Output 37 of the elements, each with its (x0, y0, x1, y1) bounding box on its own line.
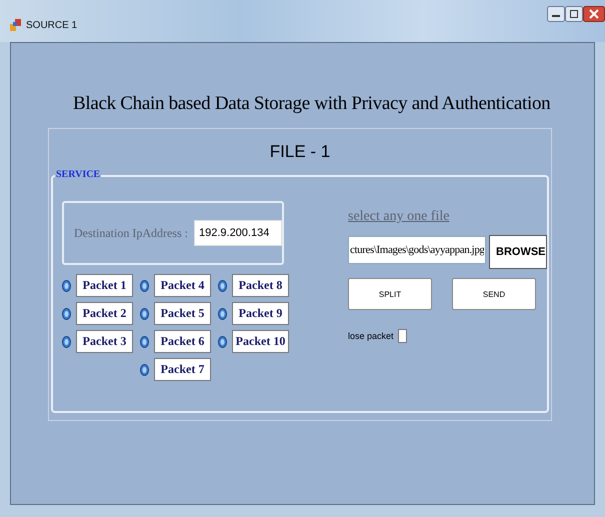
radio-icon[interactable] (62, 280, 71, 292)
packet-label: Packet 4 (154, 274, 211, 297)
radio-icon[interactable] (140, 336, 149, 348)
packet-label: Packet 9 (232, 302, 289, 325)
send-button[interactable]: SEND (452, 278, 536, 310)
packet-label: Packet 6 (154, 330, 211, 353)
lose-packet-label: lose packet (348, 331, 394, 341)
page-heading: Black Chain based Data Storage with Privacy and Authentication (73, 93, 550, 115)
radio-icon[interactable] (218, 308, 227, 320)
radio-icon[interactable] (62, 336, 71, 348)
packet-label: Packet 7 (154, 358, 211, 381)
packet-label: Packet 5 (154, 302, 211, 325)
minimize-icon[interactable] (547, 6, 565, 22)
destination-label: Destination IpAddress : (74, 226, 188, 240)
window-title: SOURCE 1 (26, 20, 78, 30)
radio-icon[interactable] (218, 336, 227, 348)
packet-label: Packet 1 (76, 274, 133, 297)
radio-icon[interactable] (140, 280, 149, 292)
radio-icon[interactable] (62, 308, 71, 320)
panel-title: FILE - 1 (270, 142, 330, 162)
radio-icon[interactable] (140, 308, 149, 320)
lose-packet-checkbox[interactable] (398, 329, 407, 343)
file-label: select any one file (348, 209, 450, 225)
packet-label: Packet 8 (232, 274, 289, 297)
packet-label: Packet 10 (232, 330, 289, 353)
split-button[interactable]: SPLIT (348, 278, 432, 310)
close-icon[interactable] (583, 6, 605, 22)
maximize-icon[interactable] (565, 6, 583, 22)
packet-label: Packet 3 (76, 330, 133, 353)
app-icon (10, 18, 22, 32)
file-path-field[interactable]: ctures\Images\gods\ayyappan.jpg (348, 236, 486, 264)
browse-button[interactable]: BROWSE (489, 235, 547, 269)
radio-icon[interactable] (140, 364, 149, 376)
packet-label: Packet 2 (76, 302, 133, 325)
radio-icon[interactable] (218, 280, 227, 292)
ip-address-field[interactable]: 192.9.200.134 (194, 220, 282, 246)
group-legend: SERVICE (55, 169, 102, 180)
